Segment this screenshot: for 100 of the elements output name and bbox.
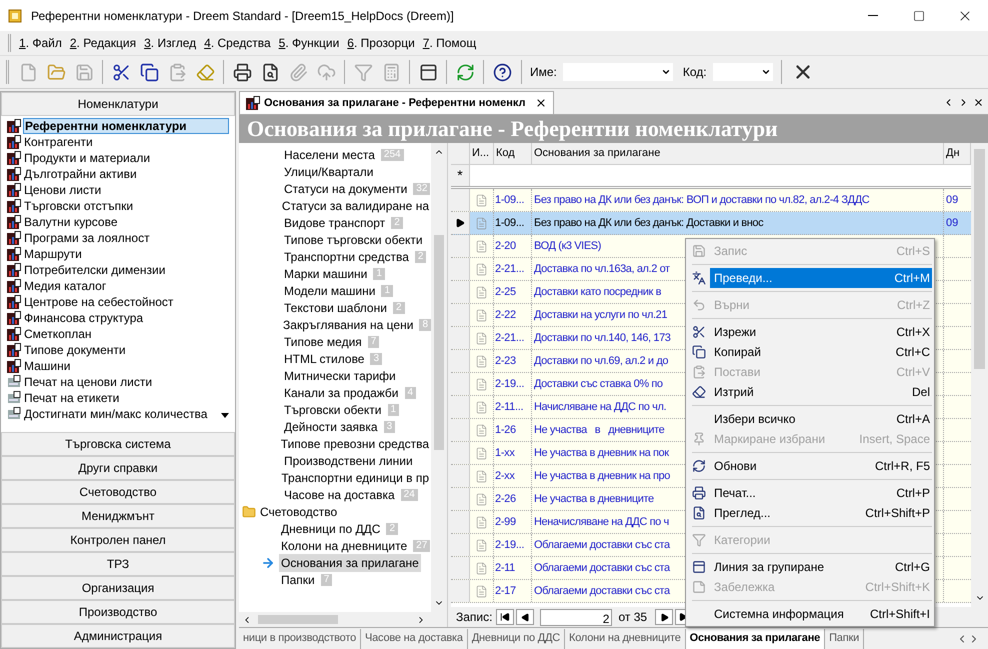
- close-icon[interactable]: [973, 97, 984, 108]
- list-item[interactable]: Ценови листи: [23, 181, 102, 199]
- section-button[interactable]: Счетоводство: [1, 480, 235, 504]
- list-item[interactable]: Търговски отстъпки: [23, 197, 134, 215]
- section-button[interactable]: Организация: [1, 576, 235, 600]
- tree-item[interactable]: Часове на доставка: [282, 486, 397, 504]
- document-icon: [475, 400, 488, 414]
- document-icon: [475, 308, 488, 322]
- section-button[interactable]: Мениджмънт: [1, 504, 235, 528]
- list-item[interactable]: Контрагенти: [23, 133, 94, 151]
- document-icon: [475, 516, 488, 528]
- grip: [8, 34, 11, 52]
- menu-item[interactable]: Преглед... Ctrl+Shift+P: [688, 503, 932, 523]
- section-button[interactable]: Контролен панел: [1, 528, 235, 552]
- tree-item[interactable]: Модели машини: [282, 282, 378, 300]
- vertical-scrollbar[interactable]: [971, 143, 988, 607]
- list-item[interactable]: Програми за лоялност: [23, 229, 151, 247]
- previous-record-button[interactable]: [516, 609, 534, 625]
- window-tab[interactable]: Дневници по ДДС: [468, 628, 565, 648]
- window-tab[interactable]: Основания за прилагане: [686, 628, 826, 648]
- scrollbar-thumb[interactable]: [258, 615, 338, 624]
- close-icon[interactable]: [535, 97, 548, 109]
- tree-item[interactable]: Видове транспорт: [282, 214, 388, 232]
- menu-item[interactable]: 4. Средства: [204, 34, 271, 52]
- menu-item[interactable]: Печат... Ctrl+P: [688, 483, 932, 503]
- section-button[interactable]: Администрация: [1, 624, 235, 648]
- list-item[interactable]: Медия каталог: [23, 277, 108, 295]
- row-header: [451, 304, 470, 326]
- tree-item[interactable]: HTML стилове: [282, 350, 366, 368]
- tree-item[interactable]: Канали за продажби: [282, 384, 401, 402]
- tree-item[interactable]: Колони на дневниците: [279, 536, 410, 554]
- list-item[interactable]: Валутни курсове: [23, 213, 118, 231]
- list-item[interactable]: Типове документи: [23, 341, 127, 359]
- first-record-button[interactable]: [496, 609, 514, 625]
- list-item[interactable]: Сметкоплан: [23, 325, 93, 343]
- menu-item[interactable]: 2. Редакция: [70, 34, 136, 52]
- menu-item[interactable]: 6. Прозорци: [347, 34, 415, 52]
- menu-item[interactable]: Обнови Ctrl+R, F5: [688, 456, 932, 476]
- tree-item[interactable]: Транспортни средства: [282, 248, 411, 266]
- column-header[interactable]: Основания за прилагане: [532, 143, 944, 164]
- window-tab[interactable]: ници в производството: [239, 628, 361, 648]
- list-item[interactable]: Машини: [23, 357, 72, 375]
- record-number-field[interactable]: 2: [540, 608, 612, 626]
- tree-item[interactable]: Дневници по ДДС: [279, 520, 382, 538]
- document-tab[interactable]: Основания за прилагане - Референтни номенкл: [239, 91, 554, 114]
- menu-item[interactable]: 7. Помощ: [422, 34, 476, 52]
- tree-item[interactable]: Улици/Квартали: [282, 162, 376, 180]
- scrollbar-thumb[interactable]: [434, 235, 444, 450]
- list-item[interactable]: Маршрути: [23, 245, 83, 263]
- list-item[interactable]: Финансова структура: [23, 309, 144, 327]
- vertical-scrollbar[interactable]: [431, 143, 447, 612]
- list-item[interactable]: Референтни номенклатури: [23, 118, 229, 134]
- tree-item[interactable]: Производствени линии: [282, 452, 415, 470]
- menu-item[interactable]: Изрежи Ctrl+X: [688, 322, 932, 342]
- menu-item[interactable]: Копирай Ctrl+C: [688, 342, 932, 362]
- tree-item[interactable]: Закръглявания на цени: [281, 316, 416, 334]
- section-button[interactable]: Търговска система: [1, 432, 235, 456]
- menu-item[interactable]: Избери всичко Ctrl+A: [688, 409, 932, 429]
- document-icon: [475, 562, 488, 574]
- menu-item[interactable]: 5. Функции: [278, 34, 340, 52]
- window-tab[interactable]: Папки: [825, 628, 864, 648]
- section-button[interactable]: Други справки: [1, 456, 235, 480]
- section-button[interactable]: Производство: [1, 600, 235, 624]
- tree-item[interactable]: Текстови шаблони: [282, 298, 389, 316]
- menu-item[interactable]: Преведи... Ctrl+M: [688, 268, 932, 288]
- tree-item[interactable]: Митнически тарифи: [282, 366, 398, 384]
- menu-item[interactable]: 1. Файл: [19, 34, 62, 52]
- list-item[interactable]: Центрове на себестойност: [23, 293, 174, 311]
- row-header: [451, 534, 470, 556]
- menu-item[interactable]: Системна информация Ctrl+Shift+I: [688, 604, 932, 624]
- column-header[interactable]: И...: [470, 143, 494, 164]
- next-record-button[interactable]: [655, 609, 674, 625]
- table-cell-text: Начисляване на ДДС по чл.: [534, 400, 666, 415]
- window-tab[interactable]: Часове на доставка: [360, 628, 468, 648]
- list-item[interactable]: Дълготрайни активи: [23, 165, 138, 183]
- menu-item[interactable]: Изтрий Del: [688, 382, 932, 402]
- menu-item[interactable]: Линия за групиране Ctrl+G: [688, 557, 932, 577]
- tree-item[interactable]: Папки: [279, 570, 317, 588]
- list-item[interactable]: Печат на етикети: [23, 389, 120, 407]
- list-item[interactable]: Достигнати мин/макс количества: [23, 405, 208, 423]
- tree-item[interactable]: Счетоводство: [260, 502, 338, 520]
- column-header[interactable]: Код: [494, 143, 532, 164]
- tree-item[interactable]: Транспортни единици в пр: [279, 468, 431, 486]
- section-button[interactable]: ТРЗ: [1, 552, 235, 576]
- tree-item[interactable]: Типове медия: [282, 332, 364, 350]
- tree-item[interactable]: Статуси на документи: [282, 180, 410, 198]
- tree-item[interactable]: Дейности заявка: [282, 418, 380, 436]
- tree-item[interactable]: Търговски обекти: [282, 400, 384, 418]
- tree-item[interactable]: Населени места: [282, 146, 377, 164]
- menu-item[interactable]: 3. Изглед: [144, 34, 196, 52]
- horizontal-scrollbar[interactable]: [239, 612, 447, 627]
- section-header[interactable]: Номенклатури: [1, 92, 235, 116]
- tree-item[interactable]: Марки машини: [282, 264, 370, 282]
- list-item[interactable]: Печат на ценови листи: [23, 373, 154, 391]
- list-item[interactable]: Продукти и материали: [23, 149, 152, 167]
- list-item[interactable]: Потребителски димензии: [23, 261, 166, 279]
- tree-item[interactable]: Основания за прилагане: [279, 554, 421, 572]
- tree-item[interactable]: Типове търговски обекти: [282, 230, 425, 248]
- tree-item[interactable]: Статуси за валидиране на: [280, 196, 431, 214]
- tree-item[interactable]: Типове превозни средства: [278, 434, 431, 452]
